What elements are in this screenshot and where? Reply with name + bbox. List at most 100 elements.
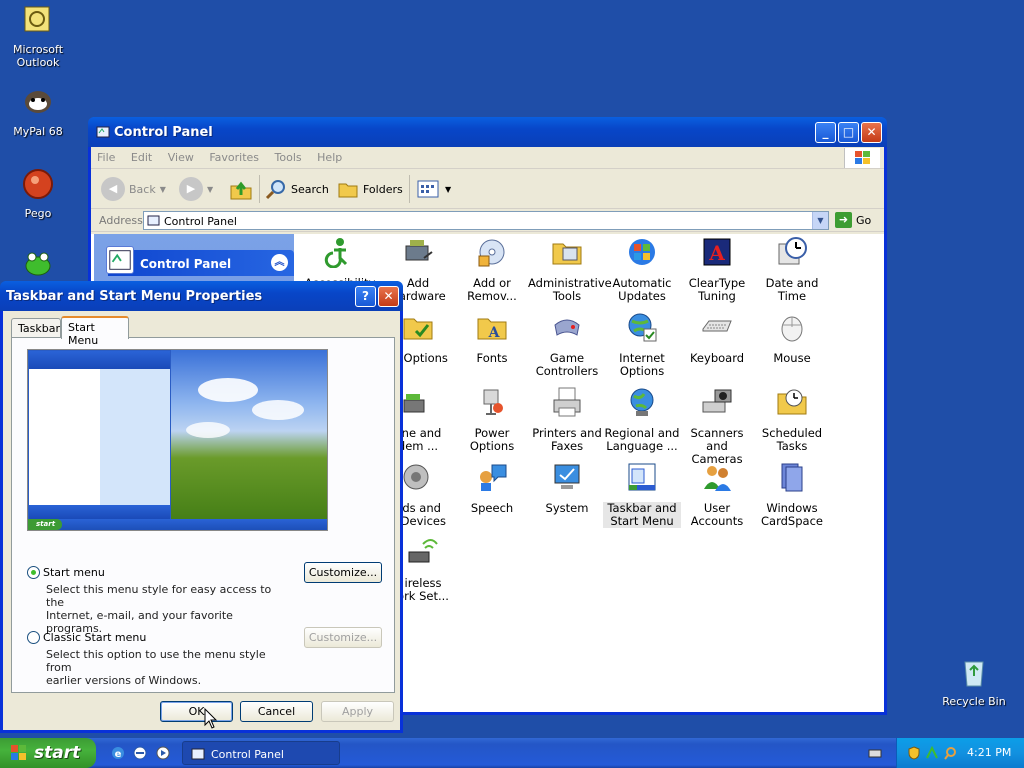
address-dropdown-button[interactable]: ▼ xyxy=(812,212,828,229)
cp-item-label: System xyxy=(545,501,589,515)
cp-item-label: Mouse xyxy=(773,351,811,365)
menu-view[interactable]: View xyxy=(162,147,200,164)
back-button[interactable]: ◀ Back ▼ xyxy=(101,175,166,203)
control-panel-icon xyxy=(191,748,205,760)
internet-options-icon xyxy=(628,313,657,342)
dialog-close-button[interactable]: ✕ xyxy=(378,286,399,307)
menu-tools[interactable]: Tools xyxy=(269,147,308,164)
help-button[interactable]: ? xyxy=(355,286,376,307)
outlook-icon xyxy=(24,6,50,32)
mypal-icon xyxy=(25,91,51,113)
classic-start-menu-option-label[interactable]: Classic Start menu xyxy=(43,631,146,644)
desktop-icon-pego[interactable]: Pego xyxy=(0,168,76,220)
cancel-button[interactable]: Cancel xyxy=(240,701,313,722)
cp-item-add-remove[interactable]: Add or Remov... xyxy=(453,236,531,303)
media-player-icon[interactable] xyxy=(155,745,171,761)
keyboard-layout-icon[interactable] xyxy=(868,746,882,760)
search-tray-icon[interactable] xyxy=(943,746,957,760)
address-label: Address xyxy=(99,214,143,227)
menu-bar: File Edit View Favorites Tools Help xyxy=(91,147,884,169)
internet-explorer-icon[interactable]: e xyxy=(110,745,126,761)
tab-label: Start Menu xyxy=(68,321,99,347)
network-tray-icon[interactable] xyxy=(925,746,939,760)
cp-item-system[interactable]: System xyxy=(528,461,606,515)
cp-item-label: Windows CardSpace xyxy=(761,501,823,528)
address-field[interactable]: Control Panel ▼ xyxy=(143,211,829,230)
cp-item-windows-cardspace[interactable]: Windows CardSpace xyxy=(753,461,831,528)
go-label: Go xyxy=(856,213,872,227)
cp-item-label: Internet Options xyxy=(619,351,665,378)
tab-start-menu[interactable]: Start Menu xyxy=(61,316,129,347)
collapse-chevron-icon[interactable]: ︽ xyxy=(271,254,288,271)
start-button[interactable]: start xyxy=(0,738,96,768)
cp-item-label: Automatic Updates xyxy=(612,276,672,303)
wireless-icon xyxy=(408,539,438,563)
dialog-title: Taskbar and Start Menu Properties xyxy=(6,289,263,304)
cp-item-fonts[interactable]: A Fonts xyxy=(453,311,531,365)
ok-button[interactable]: OK xyxy=(160,701,233,722)
views-button[interactable]: ▼ xyxy=(417,175,451,203)
desktop-icon-recycle-bin[interactable]: Recycle Bin xyxy=(936,656,1012,708)
forward-arrow-icon: ▶ xyxy=(179,177,203,201)
preview-menu-header xyxy=(29,351,170,369)
accessibility-icon xyxy=(324,238,348,269)
cp-item-keyboard[interactable]: Keyboard xyxy=(678,311,756,365)
views-icon xyxy=(417,180,439,198)
cp-item-speech[interactable]: Speech xyxy=(453,461,531,515)
apply-button[interactable]: Apply xyxy=(321,701,394,722)
folders-icon xyxy=(338,183,358,198)
cp-item-taskbar-start-menu[interactable]: Taskbar and Start Menu xyxy=(603,461,681,528)
forward-button[interactable]: ▶ ▼ xyxy=(179,175,213,203)
classic-start-menu-radio[interactable] xyxy=(27,631,40,644)
cp-item-date-time[interactable]: Date and Time xyxy=(753,236,831,303)
menu-file[interactable]: File xyxy=(91,147,121,164)
control-panel-titlebar[interactable]: Control Panel _ □ ✕ xyxy=(88,117,887,147)
cp-item-user-accounts[interactable]: User Accounts xyxy=(678,461,756,528)
security-shield-icon[interactable] xyxy=(907,746,921,760)
minimize-button[interactable]: _ xyxy=(815,122,836,143)
up-folder-button[interactable] xyxy=(229,175,253,203)
outlook-express-icon[interactable] xyxy=(132,745,148,761)
cp-item-scanners-cameras[interactable]: Scanners and Cameras xyxy=(678,386,756,466)
cp-item-label: ClearType Tuning xyxy=(688,276,746,303)
keyboard-icon xyxy=(702,320,732,332)
cp-item-regional-language[interactable]: Regional and Language ... xyxy=(603,386,681,453)
tab-taskbar[interactable]: Taskbar xyxy=(11,318,61,338)
svg-text:A: A xyxy=(488,325,501,341)
customize-classic-menu-button[interactable]: Customize... xyxy=(304,627,382,648)
menu-edit[interactable]: Edit xyxy=(125,147,158,164)
phone-modem-icon xyxy=(403,394,425,413)
taskbar-item-control-panel[interactable]: Control Panel xyxy=(182,741,340,765)
dialog-titlebar[interactable]: Taskbar and Start Menu Properties ? ✕ xyxy=(0,281,403,311)
desktop-icon-mypal[interactable]: MyPal 68 xyxy=(0,86,76,138)
cp-item-cleartype[interactable]: A ClearType Tuning xyxy=(678,236,756,303)
folders-button[interactable]: Folders xyxy=(337,175,403,203)
maximize-button[interactable]: □ xyxy=(838,122,859,143)
recycle-bin-icon xyxy=(964,661,984,687)
svg-text:A: A xyxy=(708,241,725,265)
cp-item-mouse[interactable]: Mouse xyxy=(753,311,831,365)
cp-item-automatic-updates[interactable]: Automatic Updates xyxy=(603,236,681,303)
start-menu-radio[interactable] xyxy=(27,566,40,579)
taskbar-properties-dialog[interactable]: Taskbar and Start Menu Properties ? ✕ Ta… xyxy=(0,281,403,733)
cp-item-game-controllers[interactable]: Game Controllers xyxy=(528,311,606,378)
cp-item-scheduled-tasks[interactable]: Scheduled Tasks xyxy=(753,386,831,453)
administrative-tools-icon xyxy=(552,243,582,265)
preview-start-button: start xyxy=(28,519,62,530)
cp-item-power-options[interactable]: Power Options xyxy=(453,386,531,453)
menu-favorites[interactable]: Favorites xyxy=(203,147,265,164)
customize-start-menu-button[interactable]: Customize... xyxy=(304,562,382,583)
cp-item-administrative-tools[interactable]: Administrative Tools xyxy=(528,236,612,303)
go-button[interactable]: ➜ Go xyxy=(835,212,871,228)
search-button[interactable]: Search xyxy=(265,175,329,203)
start-menu-option-label[interactable]: Start menu xyxy=(43,566,105,579)
cp-item-internet-options[interactable]: Internet Options xyxy=(603,311,681,378)
desktop-icon-outlook[interactable]: Microsoft Outlook xyxy=(0,4,76,69)
close-button[interactable]: ✕ xyxy=(861,122,882,143)
menu-help[interactable]: Help xyxy=(311,147,348,164)
clock[interactable]: 4:21 PM xyxy=(967,746,1011,759)
scheduled-tasks-icon xyxy=(777,389,807,415)
control-panel-icon xyxy=(96,126,110,138)
cp-item-printers-faxes[interactable]: Printers and Faxes xyxy=(528,386,606,453)
task-pane-header[interactable]: Control Panel ︽ xyxy=(106,246,294,276)
